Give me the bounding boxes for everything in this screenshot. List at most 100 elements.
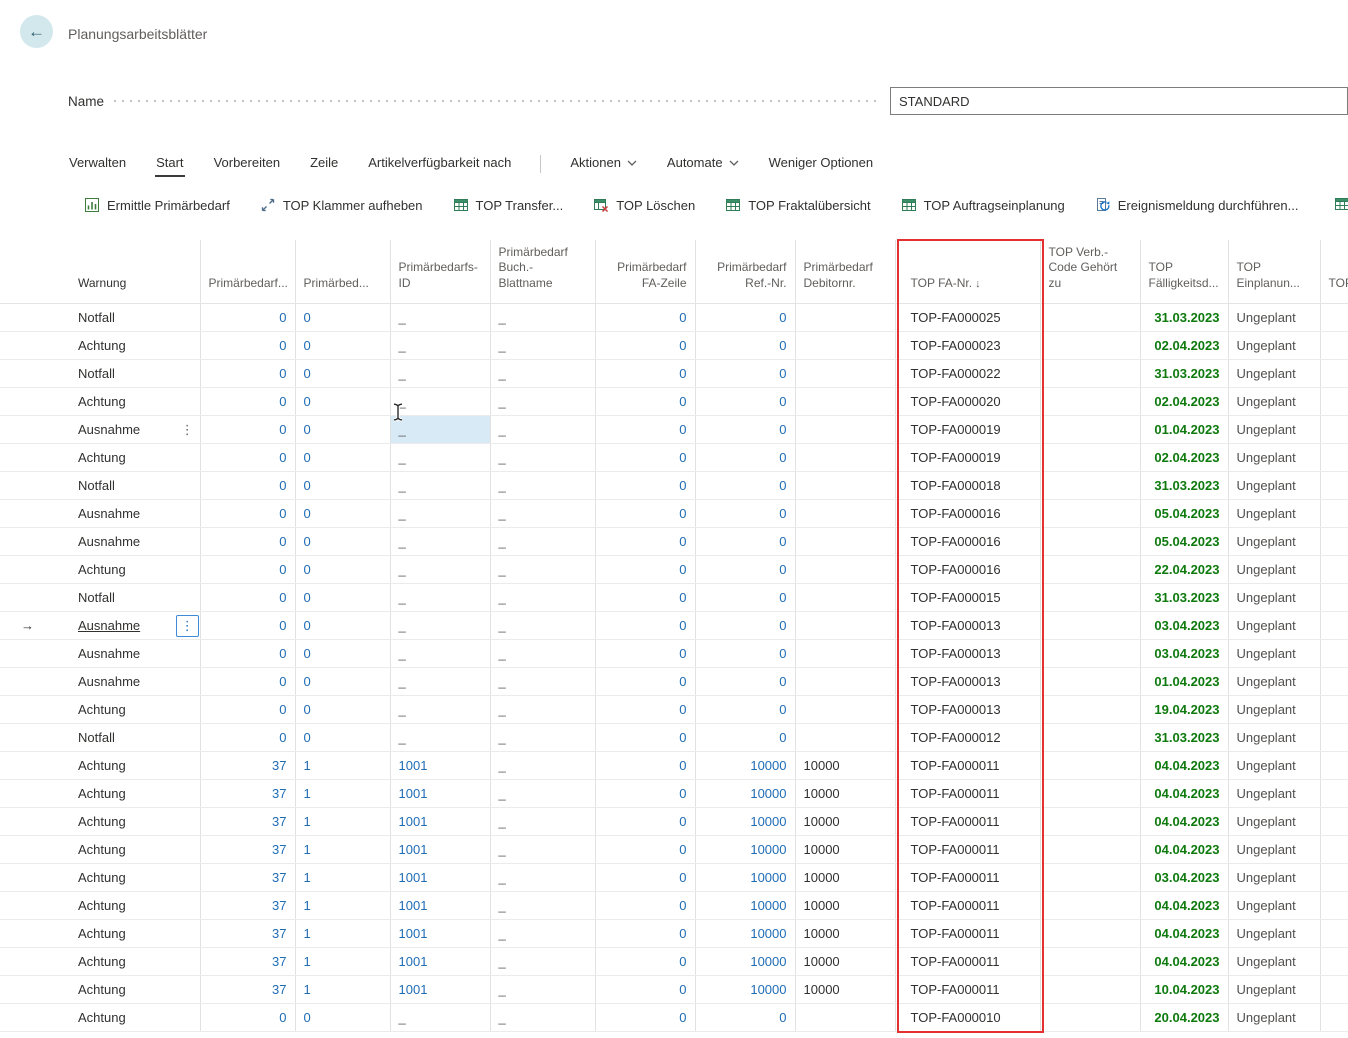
cell-debitor[interactable] xyxy=(795,527,895,555)
cell-pb2[interactable]: 0 xyxy=(295,583,390,611)
cell-einplan[interactable]: Ungeplant xyxy=(1228,443,1320,471)
cell-menu[interactable] xyxy=(175,359,200,387)
cell-faellig[interactable]: 04.04.2023 xyxy=(1140,807,1228,835)
cell-blatt[interactable]: _ xyxy=(490,387,595,415)
cell-pb1[interactable]: 37 xyxy=(200,807,295,835)
action-item-partial[interactable] xyxy=(1334,196,1348,212)
cell-extra[interactable] xyxy=(1320,443,1348,471)
cell-pb2[interactable]: 0 xyxy=(295,639,390,667)
cell-pb2[interactable]: 0 xyxy=(295,415,390,443)
cell-debitor[interactable] xyxy=(795,443,895,471)
cell-pb2[interactable]: 1 xyxy=(295,807,390,835)
cell-verb[interactable] xyxy=(1040,471,1140,499)
cell-menu[interactable] xyxy=(175,863,200,891)
cell-warnung[interactable]: Notfall xyxy=(55,303,175,331)
cell-pb1[interactable]: 0 xyxy=(200,387,295,415)
cell-fazeile[interactable]: 0 xyxy=(595,555,695,583)
cell-fanr[interactable]: TOP-FA000012 xyxy=(895,723,1040,751)
cell-warnung[interactable]: Ausnahme xyxy=(55,639,175,667)
cell-extra[interactable] xyxy=(1320,499,1348,527)
cell-menu[interactable] xyxy=(175,331,200,359)
cell-menu[interactable] xyxy=(175,1003,200,1031)
cell-extra[interactable] xyxy=(1320,359,1348,387)
cell-extra[interactable] xyxy=(1320,471,1348,499)
cell-extra[interactable] xyxy=(1320,723,1348,751)
cell-fanr[interactable]: TOP-FA000018 xyxy=(895,471,1040,499)
cell-blatt[interactable]: _ xyxy=(490,891,595,919)
cell-fanr[interactable]: TOP-FA000013 xyxy=(895,639,1040,667)
column-header-fanr[interactable]: TOP FA-Nr.↓ xyxy=(895,240,1040,303)
cell-fazeile[interactable]: 0 xyxy=(595,359,695,387)
cell-einplan[interactable]: Ungeplant xyxy=(1228,975,1320,1003)
cell-blatt[interactable]: _ xyxy=(490,303,595,331)
cell-pb1[interactable]: 37 xyxy=(200,863,295,891)
cell-debitor[interactable] xyxy=(795,387,895,415)
cell-menu[interactable] xyxy=(175,947,200,975)
cell-fanr[interactable]: TOP-FA000011 xyxy=(895,863,1040,891)
cell-pb2[interactable]: 0 xyxy=(295,555,390,583)
cell-warnung[interactable]: Ausnahme xyxy=(55,611,175,639)
cell-menu[interactable] xyxy=(175,723,200,751)
back-button[interactable]: ← xyxy=(20,15,53,48)
cell-debitor[interactable] xyxy=(795,667,895,695)
cell-blatt[interactable]: _ xyxy=(490,443,595,471)
cell-blatt[interactable]: _ xyxy=(490,359,595,387)
cell-menu[interactable] xyxy=(175,443,200,471)
cell-verb[interactable] xyxy=(1040,499,1140,527)
tab-artikelverfügbarkeit-nach[interactable]: Artikelverfügbarkeit nach xyxy=(367,151,512,177)
cell-pb1[interactable]: 0 xyxy=(200,667,295,695)
cell-pb1[interactable]: 37 xyxy=(200,779,295,807)
cell-einplan[interactable]: Ungeplant xyxy=(1228,583,1320,611)
action-top-transfer[interactable]: TOP Transfer... xyxy=(453,197,564,213)
cell-faellig[interactable]: 31.03.2023 xyxy=(1140,471,1228,499)
cell-menu[interactable] xyxy=(175,499,200,527)
cell-pb1[interactable]: 37 xyxy=(200,835,295,863)
action-top-löschen[interactable]: TOP Löschen xyxy=(593,197,695,213)
cell-fazeile[interactable]: 0 xyxy=(595,975,695,1003)
tab-vorbereiten[interactable]: Vorbereiten xyxy=(213,151,282,177)
cell-refnr[interactable]: 10000 xyxy=(695,863,795,891)
cell-pbid[interactable]: 1001 xyxy=(390,863,490,891)
cell-pbid[interactable]: _ xyxy=(390,611,490,639)
cell-refnr[interactable]: 0 xyxy=(695,499,795,527)
cell-refnr[interactable]: 0 xyxy=(695,331,795,359)
cell-faellig[interactable]: 04.04.2023 xyxy=(1140,779,1228,807)
cell-faellig[interactable]: 22.04.2023 xyxy=(1140,555,1228,583)
cell-menu[interactable] xyxy=(175,583,200,611)
action-top-fraktalübersicht[interactable]: TOP Fraktalübersicht xyxy=(725,197,870,213)
cell-verb[interactable] xyxy=(1040,611,1140,639)
cell-menu[interactable]: ⋮ xyxy=(175,415,200,443)
cell-faellig[interactable]: 31.03.2023 xyxy=(1140,583,1228,611)
cell-fanr[interactable]: TOP-FA000011 xyxy=(895,807,1040,835)
cell-warnung[interactable]: Notfall xyxy=(55,583,175,611)
cell-debitor[interactable] xyxy=(795,555,895,583)
column-header-einplan[interactable]: TOP Einplanun... xyxy=(1228,240,1320,303)
cell-pbid[interactable]: _ xyxy=(390,1003,490,1031)
cell-fazeile[interactable]: 0 xyxy=(595,947,695,975)
cell-extra[interactable] xyxy=(1320,947,1348,975)
cell-pbid[interactable]: _ xyxy=(390,415,490,443)
cell-fanr[interactable]: TOP-FA000019 xyxy=(895,415,1040,443)
menu-aktionen[interactable]: Aktionen xyxy=(569,151,638,177)
cell-verb[interactable] xyxy=(1040,919,1140,947)
cell-extra[interactable] xyxy=(1320,1003,1348,1031)
cell-faellig[interactable]: 04.04.2023 xyxy=(1140,751,1228,779)
cell-pb2[interactable]: 0 xyxy=(295,723,390,751)
cell-faellig[interactable]: 02.04.2023 xyxy=(1140,443,1228,471)
cell-fazeile[interactable]: 0 xyxy=(595,639,695,667)
cell-warnung[interactable]: Achtung xyxy=(55,807,175,835)
cell-pbid[interactable]: _ xyxy=(390,387,490,415)
cell-blatt[interactable]: _ xyxy=(490,779,595,807)
cell-einplan[interactable]: Ungeplant xyxy=(1228,807,1320,835)
cell-extra[interactable] xyxy=(1320,807,1348,835)
column-header-warnung[interactable]: Warnung xyxy=(55,240,175,303)
cell-verb[interactable] xyxy=(1040,443,1140,471)
cell-menu[interactable] xyxy=(175,555,200,583)
column-header-faellig[interactable]: TOP Fälligkeitsd... xyxy=(1140,240,1228,303)
cell-faellig[interactable]: 04.04.2023 xyxy=(1140,947,1228,975)
cell-pb1[interactable]: 37 xyxy=(200,891,295,919)
cell-verb[interactable] xyxy=(1040,639,1140,667)
cell-verb[interactable] xyxy=(1040,695,1140,723)
cell-pb1[interactable]: 0 xyxy=(200,331,295,359)
cell-warnung[interactable]: Achtung xyxy=(55,947,175,975)
